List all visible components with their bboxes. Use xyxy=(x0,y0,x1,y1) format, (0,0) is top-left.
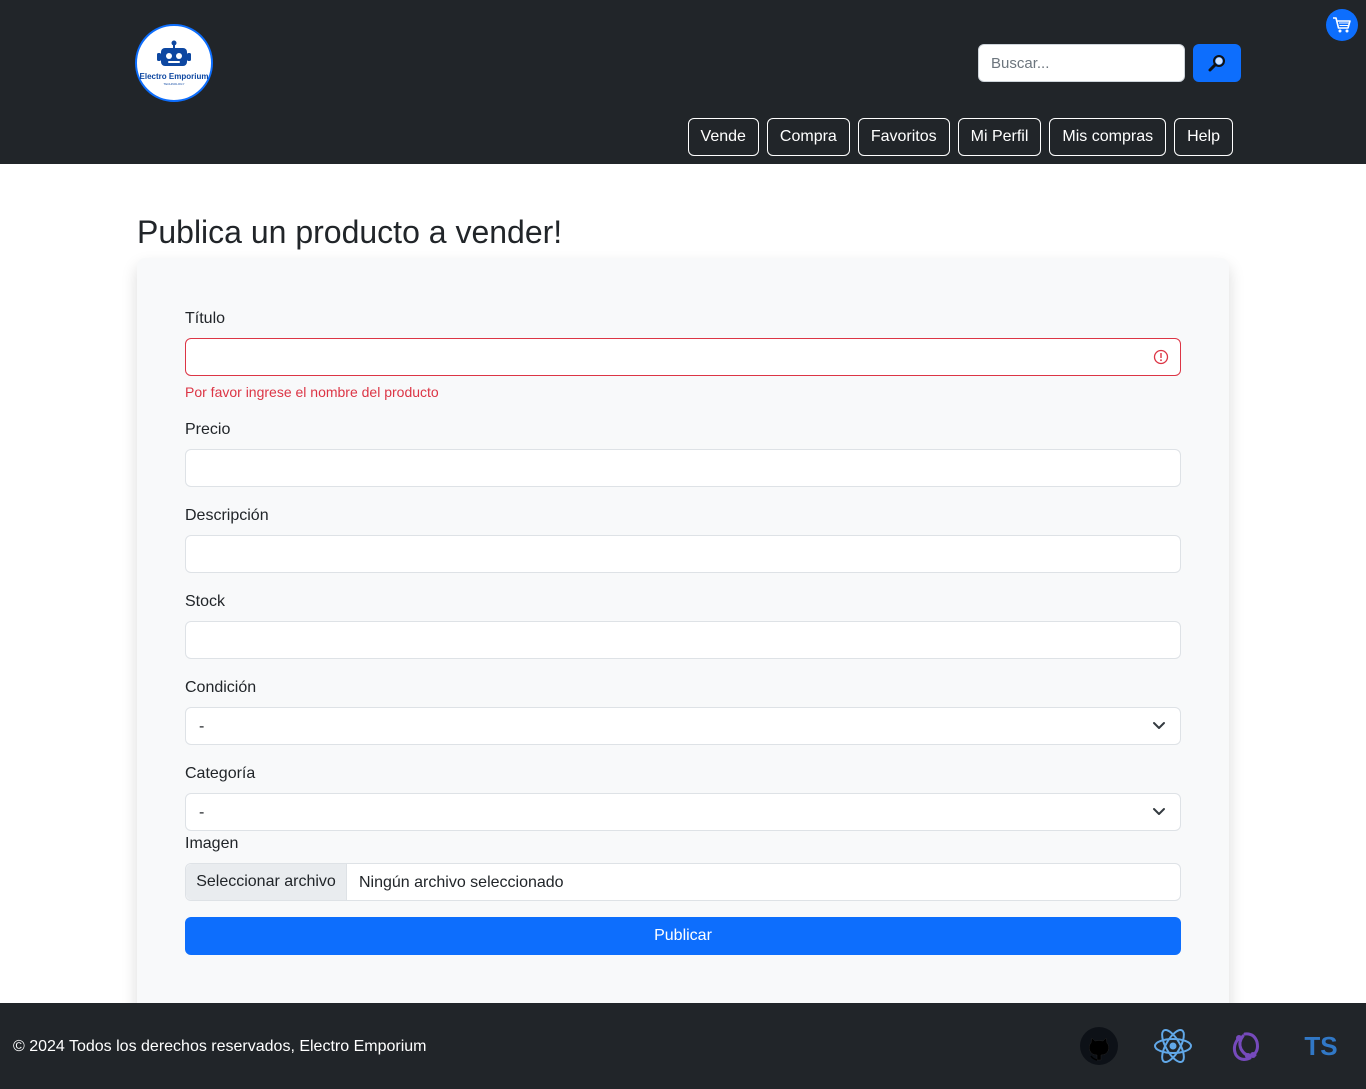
imagen-file-input[interactable]: Seleccionar archivo Ningún archivo selec… xyxy=(185,863,1181,901)
brand-logo[interactable]: Electro Emporium TECHNOLOGY xyxy=(135,24,213,102)
logo-subtext: TECHNOLOGY xyxy=(163,82,185,86)
site-footer: © 2024 Todos los derechos reservados, El… xyxy=(0,1003,1366,1089)
page-title: Publica un producto a vender! xyxy=(137,214,563,250)
nav-mis-compras-button[interactable]: Mis compras xyxy=(1049,118,1167,156)
copyright-text: © 2024 Todos los derechos reservados, El… xyxy=(13,1038,427,1055)
condicion-label: Condición xyxy=(185,679,257,696)
imagen-label: Imagen xyxy=(185,835,239,852)
react-icon[interactable] xyxy=(1152,1025,1194,1067)
search-input[interactable] xyxy=(978,44,1185,82)
file-status-text: Ningún archivo seleccionado xyxy=(359,874,564,891)
site-header: Electro Emporium TECHNOLOGY Vende Compra… xyxy=(0,0,1366,164)
chevron-down-icon xyxy=(1153,722,1165,729)
main-nav: Vende Compra Favoritos Mi Perfil Mis com… xyxy=(687,118,1233,156)
categoria-select[interactable]: - xyxy=(185,793,1181,831)
descripcion-label: Descripción xyxy=(185,507,269,524)
condicion-selected-value: - xyxy=(199,718,205,735)
stock-label: Stock xyxy=(185,593,226,610)
search-button[interactable] xyxy=(1193,44,1241,82)
typescript-icon[interactable]: TS xyxy=(1300,1025,1342,1067)
typescript-label: TS xyxy=(1304,1030,1338,1061)
nav-mi-perfil-button[interactable]: Mi Perfil xyxy=(957,118,1042,156)
chevron-down-icon xyxy=(1153,808,1165,815)
nav-compra-button[interactable]: Compra xyxy=(766,118,850,156)
titulo-input[interactable] xyxy=(185,338,1181,376)
github-icon[interactable] xyxy=(1078,1025,1120,1067)
redux-icon[interactable] xyxy=(1226,1025,1268,1067)
select-file-button[interactable]: Seleccionar archivo xyxy=(186,864,347,900)
logo-text: Electro Emporium xyxy=(139,72,209,81)
precio-input[interactable] xyxy=(185,449,1181,487)
cart-button[interactable] xyxy=(1326,9,1358,41)
condicion-select[interactable]: - xyxy=(185,707,1181,745)
stock-input[interactable] xyxy=(185,621,1181,659)
magnifier-icon xyxy=(1208,55,1225,72)
titulo-label: Título xyxy=(185,310,226,327)
categoria-selected-value: - xyxy=(199,804,205,821)
titulo-error-message: Por favor ingrese el nombre del producto xyxy=(185,384,439,400)
precio-label: Precio xyxy=(185,421,231,438)
nav-help-button[interactable]: Help xyxy=(1174,118,1233,156)
categoria-label: Categoría xyxy=(185,765,256,782)
descripcion-input[interactable] xyxy=(185,535,1181,573)
cart-icon xyxy=(1333,17,1351,33)
publicar-button[interactable]: Publicar xyxy=(185,917,1181,955)
nav-vende-button[interactable]: Vende xyxy=(687,118,759,156)
robot-icon xyxy=(157,40,191,66)
alert-circle-icon xyxy=(1153,349,1169,365)
nav-favoritos-button[interactable]: Favoritos xyxy=(857,118,950,156)
